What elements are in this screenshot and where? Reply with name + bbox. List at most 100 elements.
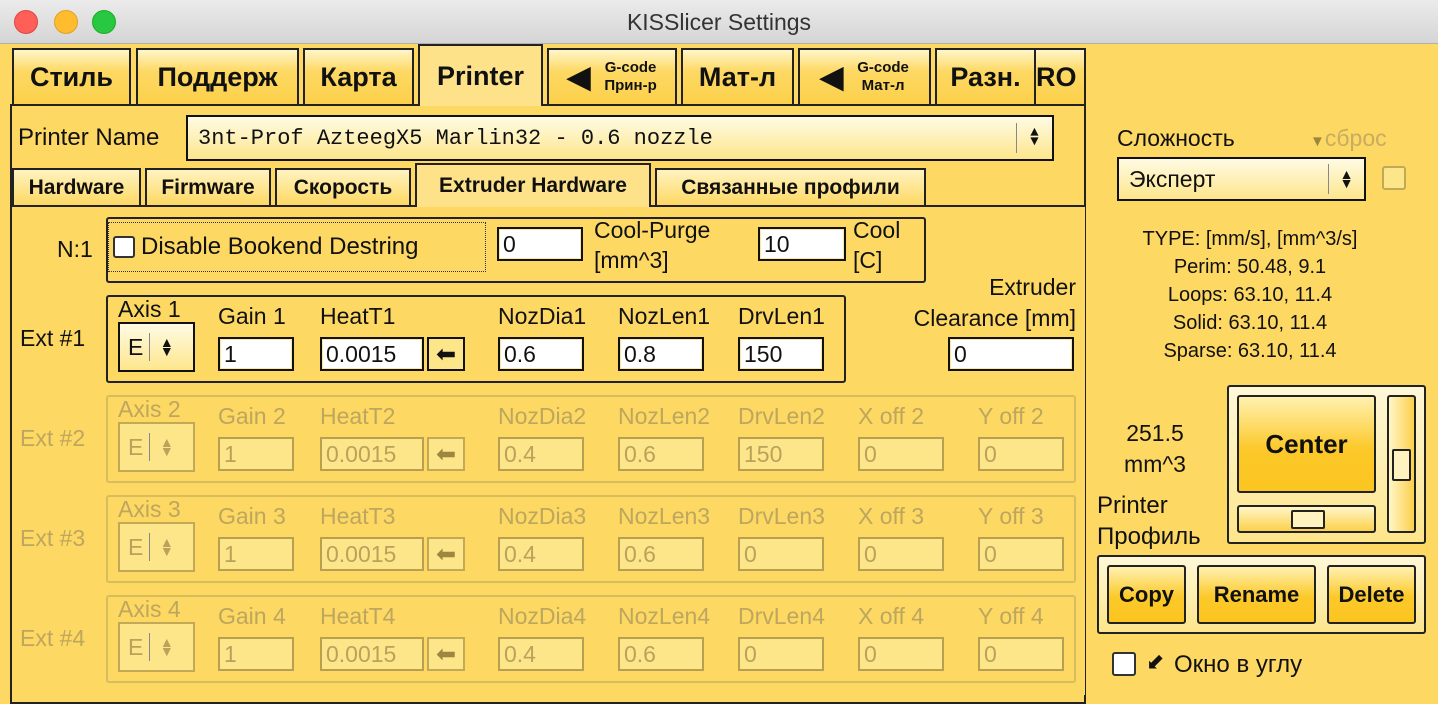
printer-name-label: Printer Name: [18, 124, 160, 151]
copy-heat-arrow-button[interactable]: ⬅: [427, 537, 465, 571]
subtab-linked-profiles[interactable]: Связанные профили: [655, 168, 926, 205]
axis-value: E: [128, 533, 144, 560]
tab-label: RO: [1036, 61, 1077, 92]
copy-button[interactable]: Copy: [1107, 565, 1186, 624]
complexity-select[interactable]: Эксперт ▲ ▼: [1117, 157, 1366, 201]
printer-name-select[interactable]: 3nt-Prof AzteegX5 Marlin32 - 0.6 nozzle …: [186, 115, 1054, 161]
drive-length-input[interactable]: 0: [738, 537, 824, 571]
center-button[interactable]: Center: [1237, 395, 1376, 493]
subtab-extruder-hardware[interactable]: Extruder Hardware: [415, 163, 651, 207]
n-label: N:1: [57, 236, 93, 262]
volume-value: 251.5: [1126, 420, 1184, 446]
drive-length-label: DrvLen3: [738, 503, 825, 529]
n-value-input[interactable]: 0: [497, 227, 583, 261]
subtab-speed[interactable]: Скорость: [275, 168, 411, 205]
copy-heat-arrow-button[interactable]: ⬅: [427, 637, 465, 671]
nozzle-length-input[interactable]: 0.8: [618, 337, 704, 371]
nozzle-diameter-input[interactable]: 0.4: [498, 437, 584, 471]
delete-button[interactable]: Delete: [1327, 565, 1416, 624]
tab-misc[interactable]: Разн.: [935, 48, 1036, 104]
nozzle-length-label: NozLen3: [618, 503, 711, 529]
tab-map[interactable]: Карта: [303, 48, 414, 104]
gain-input[interactable]: 1: [218, 337, 294, 371]
nozzle-diameter-input[interactable]: 0.6: [498, 337, 584, 371]
rename-button[interactable]: Rename: [1197, 565, 1316, 624]
y-offset-input[interactable]: 0: [978, 537, 1064, 571]
tab-label: Printer: [436, 60, 525, 91]
tab-label: Стиль: [29, 61, 114, 92]
heat-input[interactable]: 0.0015: [320, 437, 424, 471]
copy-heat-arrow-button[interactable]: ⬅: [427, 337, 465, 371]
cool-purge-input[interactable]: 10: [758, 227, 846, 261]
axis-label: Axis 2: [118, 396, 181, 422]
extruder-label: Ext #2: [20, 425, 86, 451]
nozzle-length-input[interactable]: 0.6: [618, 437, 704, 471]
extruder-clearance-input[interactable]: 0: [948, 337, 1074, 371]
axis-select[interactable]: E ▲ ▼: [118, 422, 195, 472]
gain-label: Gain 1: [218, 303, 286, 329]
complexity-checkbox[interactable]: [1382, 166, 1406, 190]
drive-length-input[interactable]: 150: [738, 337, 824, 371]
heat-label: HeatT4: [320, 603, 396, 629]
nozzle-diameter-input[interactable]: 0.4: [498, 537, 584, 571]
heat-label: HeatT1: [320, 303, 396, 329]
subtab-label: Hardware: [28, 175, 125, 199]
reset-button[interactable]: ▼сброс: [1310, 125, 1387, 152]
updown-icon: ▲ ▼: [1328, 164, 1364, 194]
tab-ro[interactable]: RO: [1036, 48, 1086, 104]
y-offset-label: Y off 4: [978, 603, 1044, 629]
tab-material[interactable]: Мат-л: [681, 48, 794, 104]
tab-printer[interactable]: Printer: [418, 44, 543, 106]
close-window-button[interactable]: [14, 10, 38, 34]
nozzle-length-input[interactable]: 0.6: [618, 637, 704, 671]
x-offset-input[interactable]: 0: [858, 637, 944, 671]
x-offset-input[interactable]: 0: [858, 437, 944, 471]
tab-gcode-material[interactable]: ◀ G-code Мат-л: [798, 48, 931, 104]
subtab-firmware[interactable]: Firmware: [145, 168, 271, 205]
extruder-clearance-label: Extruder Clearance [mm]: [914, 272, 1076, 334]
corner-window-checkbox[interactable]: [1112, 652, 1136, 676]
minimize-window-button[interactable]: [54, 10, 78, 34]
zoom-window-button[interactable]: [92, 10, 116, 34]
y-offset-input[interactable]: 0: [978, 437, 1064, 471]
heat-input[interactable]: 0.0015: [320, 637, 424, 671]
axis-value: E: [128, 333, 144, 360]
tab-label-line2: Мат-л: [861, 77, 905, 94]
tab-support[interactable]: Поддерж: [136, 48, 299, 104]
axis-select[interactable]: E ▲ ▼: [118, 522, 195, 572]
drive-length-input[interactable]: 0: [738, 637, 824, 671]
gain-input[interactable]: 1: [218, 537, 294, 571]
clearance-label-line2: Clearance [mm]: [913, 305, 1076, 331]
subtab-label: Связанные профили: [681, 175, 900, 199]
y-offset-input[interactable]: 0: [978, 637, 1064, 671]
gain-input[interactable]: 1: [218, 637, 294, 671]
heat-input[interactable]: 0.0015: [320, 537, 424, 571]
copy-heat-arrow-button[interactable]: ⬅: [427, 437, 465, 471]
x-offset-input[interactable]: 0: [858, 537, 944, 571]
drive-length-input[interactable]: 150: [738, 437, 824, 471]
gain-input[interactable]: 1: [218, 437, 294, 471]
nozzle-diameter-label: NozDia1: [498, 303, 587, 329]
disable-bookend-checkbox[interactable]: Disable Bookend Destring: [108, 222, 486, 272]
vertical-slider[interactable]: [1387, 395, 1416, 533]
volume-unit: mm^3: [1124, 451, 1186, 477]
horizontal-slider-thumb[interactable]: [1291, 510, 1325, 529]
axis-select[interactable]: E ▲ ▼: [118, 322, 195, 372]
tab-style[interactable]: Стиль: [12, 48, 131, 104]
horizontal-slider[interactable]: [1237, 505, 1376, 533]
subtab-label: Firmware: [161, 175, 255, 199]
heat-input[interactable]: 0.0015: [320, 337, 424, 371]
tab-label-line1: G-code: [857, 59, 909, 76]
vertical-slider-thumb[interactable]: [1392, 449, 1411, 481]
rename-label: Rename: [1213, 581, 1300, 607]
nozzle-diameter-input[interactable]: 0.4: [498, 637, 584, 671]
checkbox[interactable]: [113, 236, 135, 258]
tab-label: Разн.: [950, 61, 1021, 92]
axis-label: Axis 3: [118, 496, 181, 522]
axis-select[interactable]: E ▲ ▼: [118, 622, 195, 672]
subtab-hardware[interactable]: Hardware: [12, 168, 141, 205]
tab-gcode-printer[interactable]: ◀ G-code Прин-р: [547, 48, 677, 104]
arrow-left-icon: ⬅: [435, 340, 457, 368]
nozzle-length-input[interactable]: 0.6: [618, 537, 704, 571]
profile-label-line2: Профиль: [1097, 523, 1201, 550]
